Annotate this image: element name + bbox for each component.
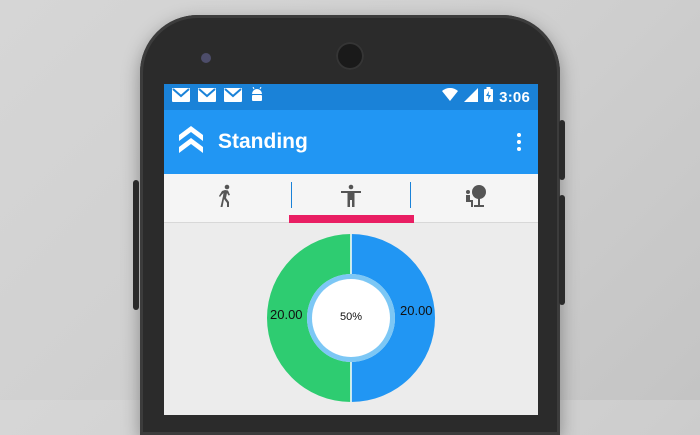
front-camera	[201, 53, 211, 63]
phone-frame: 3:06 Standing 20.00 20.00 50%	[140, 15, 560, 435]
app-bar: Standing	[164, 110, 538, 174]
gmail-icon	[198, 87, 216, 107]
tab-walking[interactable]	[164, 174, 289, 222]
status-bar: 3:06	[164, 84, 538, 110]
signal-icon	[464, 87, 479, 107]
gmail-icon	[172, 87, 190, 107]
status-right-group: 3:06	[442, 87, 530, 107]
android-icon	[250, 86, 264, 107]
wifi-icon	[442, 87, 459, 107]
standing-icon	[339, 184, 363, 213]
sitting-icon	[464, 184, 488, 213]
tab-indicator	[289, 215, 414, 223]
gmail-icon	[224, 87, 242, 107]
battery-icon	[484, 87, 494, 107]
chart-area: 20.00 20.00 50%	[164, 223, 538, 415]
screen: 3:06 Standing 20.00 20.00 50%	[164, 84, 538, 415]
volume-button	[559, 195, 565, 305]
power-button	[559, 120, 565, 180]
status-clock: 3:06	[499, 88, 530, 106]
chevrons-up-logo-icon	[176, 123, 206, 162]
tab-sitting[interactable]	[413, 174, 538, 222]
side-button-left	[133, 180, 139, 310]
donut-center-label: 50%	[340, 311, 363, 323]
walking-icon	[218, 184, 234, 213]
page-title: Standing	[218, 130, 308, 153]
slice-label-green: 20.00	[270, 307, 303, 322]
more-vert-icon[interactable]	[512, 133, 526, 151]
slice-label-blue: 20.00	[400, 303, 433, 318]
earpiece-speaker	[336, 42, 364, 70]
tab-bar	[164, 174, 538, 223]
notification-icons	[172, 86, 264, 107]
